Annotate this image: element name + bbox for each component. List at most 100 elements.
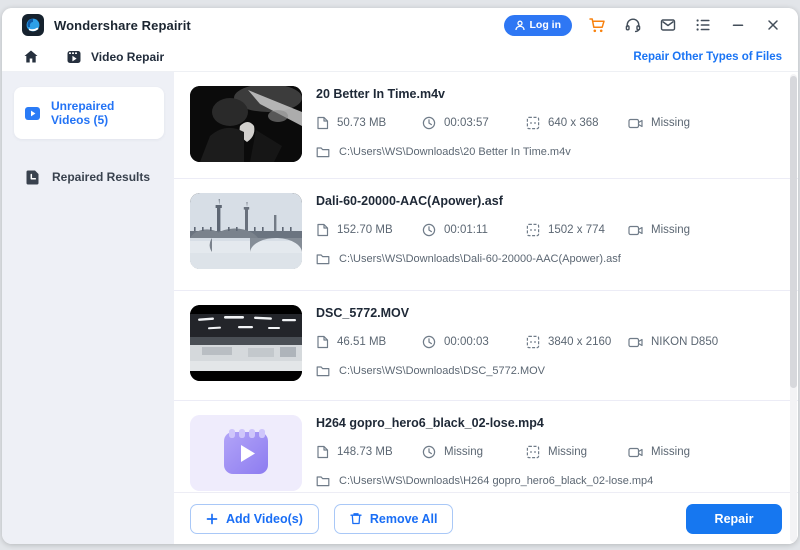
camera-model: Missing xyxy=(628,224,690,237)
video-info: Dali-60-20000-AAC(Apower).asf 152.70 MB … xyxy=(316,193,690,290)
video-list-panel: 20 Better In Time.m4v 50.73 MB 00:03:57 xyxy=(174,72,798,544)
video-duration: 00:00:03 xyxy=(422,335,526,349)
camera-icon xyxy=(628,446,643,459)
file-size-value: 152.70 MB xyxy=(337,224,393,236)
file-size: 148.73 MB xyxy=(316,445,422,459)
video-resolution: 640 x 368 xyxy=(526,116,628,130)
folder-icon xyxy=(316,146,330,158)
camera-model: Missing xyxy=(628,117,690,130)
video-row[interactable]: Dali-60-20000-AAC(Apower).asf 152.70 MB … xyxy=(174,179,798,291)
close-icon[interactable] xyxy=(763,16,782,35)
video-list: 20 Better In Time.m4v 50.73 MB 00:03:57 xyxy=(174,72,798,492)
video-row[interactable]: DSC_5772.MOV 46.51 MB 00:00:03 xyxy=(174,291,798,401)
video-path: C:\Users\WS\Downloads\H264 gopro_hero6_b… xyxy=(316,475,690,487)
login-button[interactable]: Log in xyxy=(504,15,573,36)
sidebar: Unrepaired Videos (5) Repaired Results xyxy=(2,72,174,544)
resolution-icon xyxy=(526,223,540,237)
duration-value: 00:00:03 xyxy=(444,336,489,348)
folder-icon xyxy=(316,365,330,377)
duration-value: 00:03:57 xyxy=(444,117,489,129)
camera-value: Missing xyxy=(651,117,690,129)
scrollbar-track[interactable] xyxy=(790,74,797,542)
repairit-logo-icon xyxy=(22,14,44,36)
video-duration: Missing xyxy=(422,445,526,459)
login-label: Log in xyxy=(530,19,562,31)
sidebar-item-repaired-results[interactable]: Repaired Results xyxy=(2,163,174,191)
cart-icon[interactable] xyxy=(588,16,607,35)
path-value: C:\Users\WS\Downloads\H264 gopro_hero6_b… xyxy=(339,475,653,487)
nav-section-label: Video Repair xyxy=(91,50,164,64)
file-icon xyxy=(316,335,329,349)
file-icon xyxy=(316,445,329,459)
video-resolution: 3840 x 2160 xyxy=(526,335,628,349)
file-size: 46.51 MB xyxy=(316,335,422,349)
play-video-icon xyxy=(24,105,41,122)
file-icon xyxy=(316,116,329,130)
scrollbar-thumb[interactable] xyxy=(790,76,797,388)
file-size-value: 50.73 MB xyxy=(337,117,386,129)
resolution-value: 1502 x 774 xyxy=(548,224,605,236)
app-window: Wondershare Repairit Log in xyxy=(2,8,798,544)
folder-icon xyxy=(316,475,330,487)
minimize-icon[interactable] xyxy=(728,16,747,35)
nav-bar: Video Repair Repair Other Types of Files xyxy=(2,42,798,72)
video-meta: 46.51 MB 00:00:03 3840 x 2160 xyxy=(316,335,718,349)
resolution-value: 640 x 368 xyxy=(548,117,599,129)
video-path: C:\Users\WS\Downloads\DSC_5772.MOV xyxy=(316,365,718,377)
mail-icon[interactable] xyxy=(658,16,677,35)
remove-all-button[interactable]: Remove All xyxy=(334,504,454,534)
content-area: Unrepaired Videos (5) Repaired Results xyxy=(2,72,798,544)
video-thumbnail-placeholder xyxy=(190,415,302,491)
video-meta: 50.73 MB 00:03:57 640 x 368 xyxy=(316,116,690,130)
video-row[interactable]: H264 gopro_hero6_black_02-lose.mp4 148.7… xyxy=(174,401,798,491)
video-resolution: Missing xyxy=(526,445,628,459)
clock-icon xyxy=(422,335,436,349)
file-size-value: 46.51 MB xyxy=(337,336,386,348)
video-repair-icon xyxy=(66,49,82,65)
home-icon[interactable] xyxy=(23,49,39,65)
file-size: 152.70 MB xyxy=(316,223,422,237)
sidebar-item-label: Unrepaired Videos (5) xyxy=(51,99,154,127)
camera-icon xyxy=(628,117,643,130)
remove-all-label: Remove All xyxy=(370,512,438,526)
file-icon xyxy=(316,223,329,237)
camera-icon xyxy=(628,336,643,349)
repair-other-types-link[interactable]: Repair Other Types of Files xyxy=(633,51,782,63)
add-videos-label: Add Video(s) xyxy=(226,512,303,526)
headset-icon[interactable] xyxy=(623,16,642,35)
video-title: DSC_5772.MOV xyxy=(316,306,718,320)
video-thumbnail-dancers xyxy=(190,86,302,162)
file-size: 50.73 MB xyxy=(316,116,422,130)
sidebar-item-label: Repaired Results xyxy=(52,170,150,184)
duration-value: Missing xyxy=(444,446,483,458)
camera-value: Missing xyxy=(651,446,690,458)
video-meta: 148.73 MB Missing Missing xyxy=(316,445,690,459)
sidebar-item-unrepaired-videos[interactable]: Unrepaired Videos (5) xyxy=(14,87,164,139)
resolution-icon xyxy=(526,445,540,459)
clock-icon xyxy=(422,445,436,459)
file-size-value: 148.73 MB xyxy=(337,446,393,458)
duration-value: 00:01:11 xyxy=(444,224,488,236)
video-row[interactable]: 20 Better In Time.m4v 50.73 MB 00:03:57 xyxy=(174,72,798,179)
path-value: C:\Users\WS\Downloads\20 Better In Time.… xyxy=(339,146,571,158)
resolution-icon xyxy=(526,116,540,130)
video-path: C:\Users\WS\Downloads\20 Better In Time.… xyxy=(316,146,690,158)
title-bar: Wondershare Repairit Log in xyxy=(2,8,798,42)
menu-list-icon[interactable] xyxy=(693,16,712,35)
video-title: 20 Better In Time.m4v xyxy=(316,87,690,101)
video-meta: 152.70 MB 00:01:11 1502 x 774 xyxy=(316,223,690,237)
repair-button[interactable]: Repair xyxy=(686,504,782,534)
video-title: H264 gopro_hero6_black_02-lose.mp4 xyxy=(316,416,690,430)
path-value: C:\Users\WS\Downloads\Dali-60-20000-AAC(… xyxy=(339,253,621,265)
trash-icon xyxy=(350,512,362,525)
video-path: C:\Users\WS\Downloads\Dali-60-20000-AAC(… xyxy=(316,253,690,265)
video-thumbnail-bridge xyxy=(190,193,302,269)
user-icon xyxy=(515,20,525,31)
add-videos-button[interactable]: Add Video(s) xyxy=(190,504,319,534)
folder-icon xyxy=(316,253,330,265)
camera-icon xyxy=(628,224,643,237)
clock-icon xyxy=(422,116,436,130)
app-title: Wondershare Repairit xyxy=(54,18,191,33)
nav-video-repair[interactable]: Video Repair xyxy=(66,49,164,65)
resolution-value: Missing xyxy=(548,446,587,458)
